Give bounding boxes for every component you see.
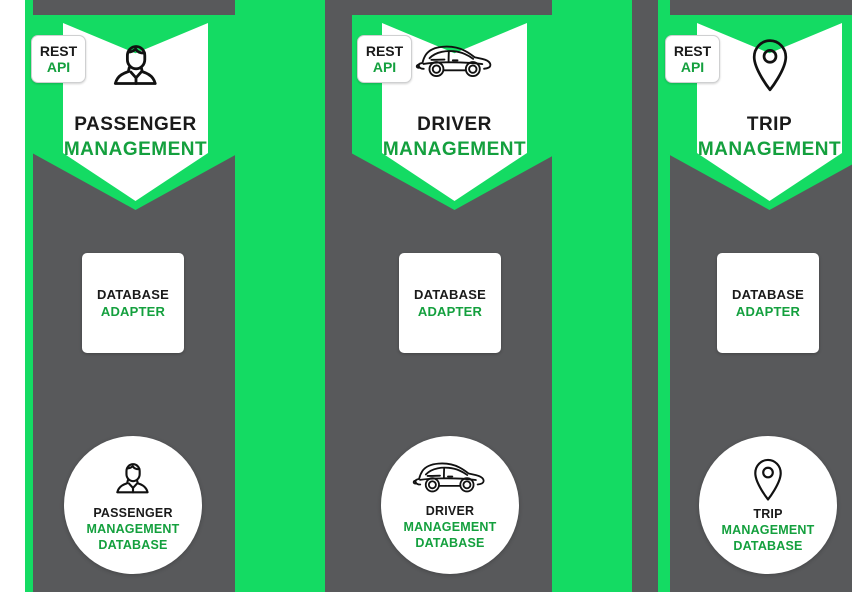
database-circle-passenger-line2: MANAGEMENT <box>86 522 180 536</box>
database-circle-trip-line1: TRIP <box>753 506 783 521</box>
diagram-canvas: PASSENGER MANAGEMENT REST API DATABASE A… <box>0 0 852 592</box>
rest-api-badge-trip-line2: API <box>680 59 705 75</box>
service-trip-line1: TRIP <box>746 114 793 135</box>
service-passenger-line2: MANAGEMENT <box>63 139 208 160</box>
database-adapter-trip[interactable]: DATABASE ADAPTER <box>717 253 819 353</box>
rest-api-badge-trip-line1: REST <box>673 43 712 59</box>
database-circle-driver-line2: MANAGEMENT <box>403 520 497 534</box>
band-green-1 <box>235 0 325 592</box>
service-trip-line2: MANAGEMENT <box>697 139 842 160</box>
database-adapter-driver[interactable]: DATABASE ADAPTER <box>399 253 501 353</box>
database-circle-driver-line3: DATABASE <box>415 536 485 550</box>
car-icon <box>412 459 488 499</box>
service-driver-labels: DRIVER MANAGEMENT <box>352 112 557 162</box>
rest-api-badge-driver[interactable]: REST API <box>357 35 412 83</box>
database-adapter-passenger-line2: ADAPTER <box>100 304 166 319</box>
service-trip-labels: TRIP MANAGEMENT <box>667 112 852 162</box>
band-green-2 <box>552 0 632 592</box>
database-adapter-driver-line1: DATABASE <box>414 287 486 302</box>
rest-api-badge-passenger[interactable]: REST API <box>31 35 86 83</box>
database-adapter-passenger[interactable]: DATABASE ADAPTER <box>82 253 184 353</box>
band-green-left-edge <box>25 0 33 592</box>
map-pin-icon <box>752 457 784 502</box>
person-icon <box>111 457 155 501</box>
database-adapter-trip-line2: ADAPTER <box>735 304 801 319</box>
rest-api-badge-driver-line2: API <box>372 59 397 75</box>
service-driver-line2: MANAGEMENT <box>382 139 527 160</box>
panel-gap-gray <box>632 0 658 592</box>
rest-api-badge-driver-line1: REST <box>365 43 404 59</box>
rest-api-badge-trip[interactable]: REST API <box>665 35 720 83</box>
database-circle-trip-line3: DATABASE <box>733 538 803 553</box>
database-circle-trip-line2: MANAGEMENT <box>721 522 815 537</box>
rest-api-badge-passenger-line2: API <box>46 59 71 75</box>
rest-api-badge-passenger-line1: REST <box>39 43 78 59</box>
database-adapter-passenger-line1: DATABASE <box>97 287 169 302</box>
database-circle-driver-line1: DRIVER <box>425 504 475 518</box>
database-circle-passenger-line1: PASSENGER <box>93 506 173 520</box>
service-passenger-line1: PASSENGER <box>74 114 197 135</box>
database-circle-driver[interactable]: DRIVER MANAGEMENT DATABASE <box>381 436 519 574</box>
database-circle-passenger[interactable]: PASSENGER MANAGEMENT DATABASE <box>64 436 202 574</box>
database-circle-passenger-line3: DATABASE <box>98 538 168 552</box>
service-passenger-labels: PASSENGER MANAGEMENT <box>33 112 238 162</box>
database-adapter-trip-line1: DATABASE <box>732 287 804 302</box>
database-adapter-driver-line2: ADAPTER <box>417 304 483 319</box>
database-circle-trip[interactable]: TRIP MANAGEMENT DATABASE <box>699 436 837 574</box>
service-driver-line1: DRIVER <box>417 114 492 135</box>
